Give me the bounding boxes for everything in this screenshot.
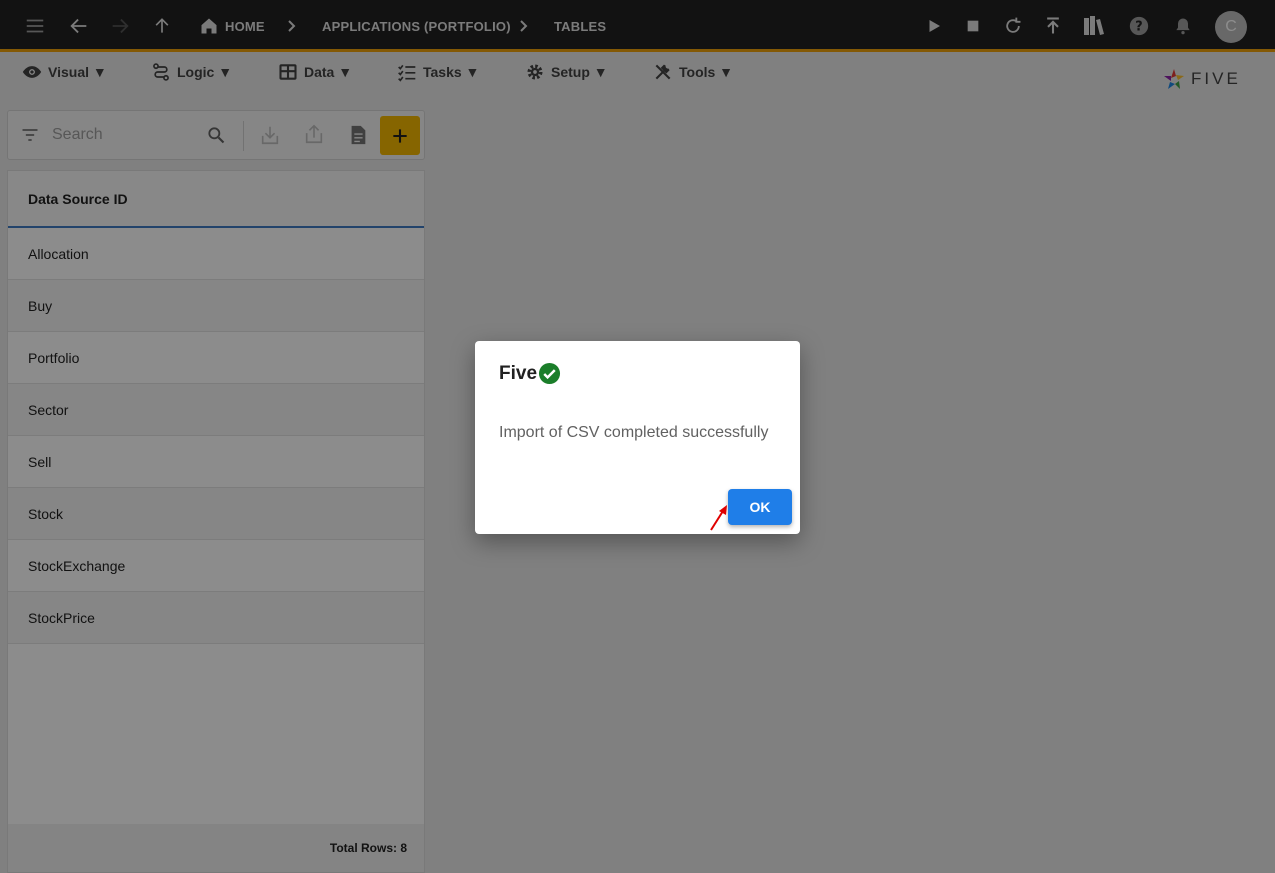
ok-button[interactable]: OK (728, 489, 792, 525)
dialog-title-text: Five (499, 362, 538, 384)
red-arrow-pointer-icon (710, 505, 727, 531)
check-circle-icon (538, 362, 561, 385)
dialog-title: Five (499, 362, 561, 385)
dialog-message: Import of CSV completed successfully (499, 424, 769, 441)
import-success-dialog: Five Import of CSV completed successfull… (475, 341, 800, 534)
